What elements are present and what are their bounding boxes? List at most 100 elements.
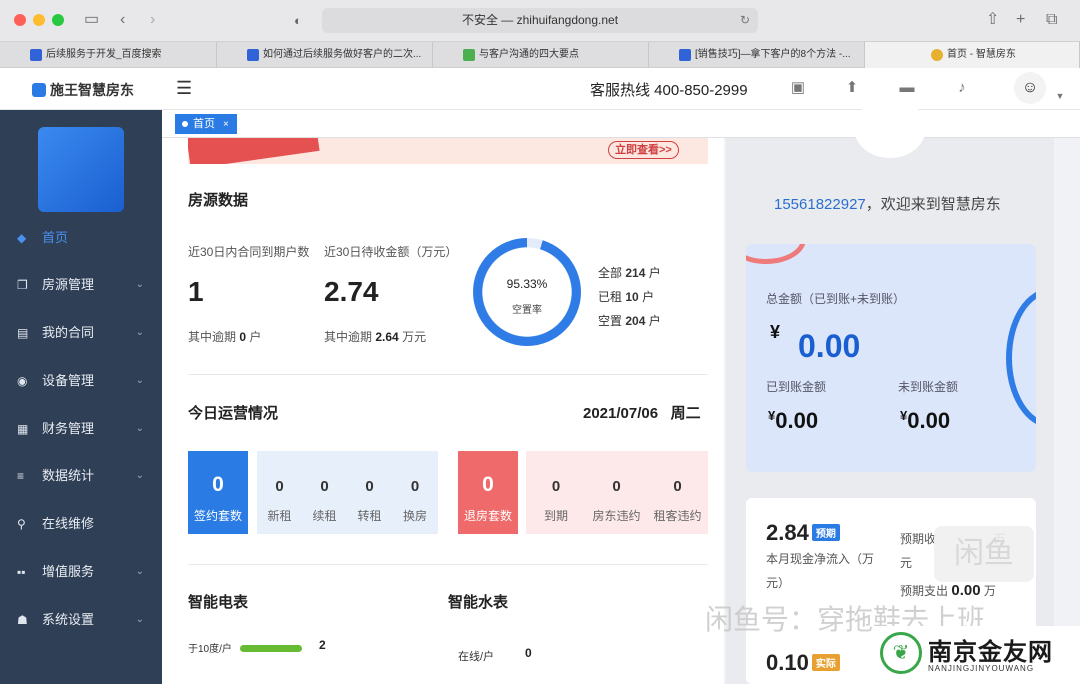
cell-value: 0 xyxy=(275,478,284,495)
sidebar-item-contracts[interactable]: ▤ 我的合同 ⌄ xyxy=(0,309,162,357)
forward-icon[interactable]: › xyxy=(150,10,155,30)
minimize-window-button[interactable] xyxy=(33,14,45,26)
sidebar-item-repair[interactable]: ⚲ 在线维修 xyxy=(0,500,162,548)
landlord-breach-cell[interactable]: 0 房东违约 xyxy=(586,451,647,534)
tenant-breach-cell[interactable]: 0 租客违约 xyxy=(647,451,708,534)
browser-tab-1[interactable]: 后续服务于开发_百度搜索 xyxy=(0,42,217,68)
divider xyxy=(188,564,708,565)
avatar[interactable]: ☺ xyxy=(1014,72,1046,104)
upload-icon[interactable]: ⬆ xyxy=(842,78,862,98)
browser-tab-strip: 后续服务于开发_百度搜索 如何通过后续服务做好客户的二次... 与客户沟通的四大… xyxy=(0,42,1080,68)
stat-value: 214 xyxy=(625,266,646,280)
chevron-down-icon: ⌄ xyxy=(135,279,144,290)
expense-unit: 万 xyxy=(983,584,996,598)
app-logo[interactable]: 施王智慧房东 xyxy=(32,80,134,100)
sign-card[interactable]: 0 签约套数 xyxy=(188,451,248,534)
overdue-prefix: 其中逾期 xyxy=(188,330,237,344)
sidebar-toggle-icon[interactable]: ▭ xyxy=(84,10,99,30)
water-row-value: 0 xyxy=(525,646,532,660)
back-icon[interactable]: ‹ xyxy=(120,10,125,30)
sidebar-item-value-added[interactable]: ▪▪ 增值服务 ⌄ xyxy=(0,548,162,596)
maximize-window-button[interactable] xyxy=(52,14,64,26)
weekday-text: 周二 xyxy=(670,405,701,422)
welcome-text: 15561822927，欢迎来到智慧房东 xyxy=(774,193,1001,214)
grid-icon: ▪▪ xyxy=(17,565,26,579)
cell-label: 租客违约 xyxy=(653,509,702,523)
watermark-logo: 闲鱼 xyxy=(934,526,1034,582)
view-now-button[interactable]: 立即查看>> xyxy=(608,141,679,159)
net-value: 2.84 xyxy=(766,520,809,545)
chevron-down-icon: ⌄ xyxy=(135,375,144,386)
hotline-text: 客服热线 400-850-2999 xyxy=(590,82,748,99)
due-overdue: 其中逾期 2.64 万元 xyxy=(324,328,426,345)
pending-label: 未到账金额 xyxy=(898,380,959,394)
stat-value: 204 xyxy=(625,314,646,328)
baidu-icon xyxy=(30,49,42,61)
app-header: 施王智慧房东 ☰ 客服热线 400-850-2999 ▣ ⬆ ▬ ♪ ☺ ▼ xyxy=(0,68,1080,110)
sidebar-item-settings[interactable]: ☗ 系统设置 ⌄ xyxy=(0,596,162,644)
promo-banner[interactable]: 立即查看>> xyxy=(188,138,708,164)
menu-toggle-icon[interactable]: ☰ xyxy=(176,78,192,99)
sublet-cell[interactable]: 0 转租 xyxy=(347,451,392,534)
date-text: 2021/07/06 xyxy=(583,405,659,422)
pending-amount: ¥0.00 xyxy=(900,408,950,434)
overdue-unit: 户 xyxy=(249,330,262,344)
sign-breakdown: 0 新租 0 续租 0 转租 0 换房 xyxy=(257,451,438,534)
close-icon[interactable]: × xyxy=(223,119,229,130)
checkout-count: 0 xyxy=(482,473,494,496)
checkout-card[interactable]: 0 退房套数 xyxy=(458,451,518,534)
stat-total: 全部 214 户 xyxy=(598,264,661,281)
browser-tab-2[interactable]: 如何通过后续服务做好客户的二次... xyxy=(217,42,433,68)
brand-logo xyxy=(38,127,124,212)
new-rent-cell[interactable]: 0 新租 xyxy=(257,451,302,534)
browser-tab-3[interactable]: 与客户沟通的四大要点 xyxy=(433,42,649,68)
received-label: 已到账金额 xyxy=(766,380,827,394)
net-label-unit: 元） xyxy=(766,576,791,590)
sidebar-item-label: 我的合同 xyxy=(42,325,95,340)
list-icon: ≡ xyxy=(17,469,25,483)
actual-value: 0.10 xyxy=(766,650,809,675)
search-icon: ⚲ xyxy=(17,517,26,531)
welcome-message: ，欢迎来到智慧房东 xyxy=(865,196,1001,213)
sidebar-item-statistics[interactable]: ≡ 数据统计 ⌄ xyxy=(0,452,162,500)
bell-icon[interactable]: ♪ xyxy=(952,78,972,98)
swap-cell[interactable]: 0 换房 xyxy=(392,451,438,534)
chevron-down-icon[interactable]: ▼ xyxy=(1050,86,1070,106)
address-bar[interactable]: ◐ 不安全 — zhihuifangdong.net ↻ xyxy=(294,8,758,33)
water-meter-title: 智能水表 xyxy=(448,594,509,611)
cell-label: 续租 xyxy=(312,509,337,523)
renew-cell[interactable]: 0 续租 xyxy=(302,451,347,534)
stat-unit: 户 xyxy=(648,266,661,280)
sidebar-item-devices[interactable]: ◉ 设备管理 ⌄ xyxy=(0,357,162,405)
browser-tab-4[interactable]: [销售技巧]—拿下客户的8个方法 -... xyxy=(649,42,865,68)
sidebar: ◆ 首页 ❐ 房源管理 ⌄ ▤ 我的合同 ⌄ ◉ 设备管理 ⌄ ▦ 财务管理 ⌄ ≡ 数据统计 ⌄ ⚲… xyxy=(0,110,162,684)
share-icon[interactable]: ⇧ xyxy=(986,10,999,30)
reload-icon[interactable]: ↻ xyxy=(740,8,750,33)
overdue-value: 2.64 xyxy=(375,330,399,344)
ledger-icon: ▦ xyxy=(17,422,29,436)
cell-label: 到期 xyxy=(543,509,568,523)
sidebar-item-housing[interactable]: ❐ 房源管理 ⌄ xyxy=(0,261,162,309)
actual-flow: 0.10 实际 xyxy=(766,650,840,676)
logo-text: 施王智慧房东 xyxy=(50,82,134,98)
message-icon[interactable]: ▬ xyxy=(897,78,917,98)
qrcode-icon[interactable]: ▣ xyxy=(788,78,808,98)
tab-home[interactable]: 首页 × xyxy=(175,114,237,134)
main-content: 立即查看>> 房源数据 近30日内合同到期户数 1 其中逾期 0 户 近30日待… xyxy=(162,138,724,684)
overdue-unit: 万元 xyxy=(402,330,427,344)
close-window-button[interactable] xyxy=(14,14,26,26)
site-subtitle: NANJINGJINYOUWANG xyxy=(928,664,1035,673)
tabs-overview-icon[interactable]: ⧉ xyxy=(1046,10,1057,30)
expired-cell[interactable]: 0 到期 xyxy=(526,451,586,534)
sidebar-item-home[interactable]: ◆ 首页 xyxy=(0,214,162,262)
browser-tab-5[interactable]: 首页 - 智慧房东 xyxy=(865,42,1080,68)
tab-label: [销售技巧]—拿下客户的8个方法 -... xyxy=(695,49,851,60)
stat-unit: 户 xyxy=(642,290,655,304)
ops-date: 2021/07/06 周二 xyxy=(583,402,701,423)
decor-arc xyxy=(1006,288,1036,428)
sidebar-item-finance[interactable]: ▦ 财务管理 ⌄ xyxy=(0,405,162,453)
total-label: 总金额（已到账+未到账） xyxy=(766,292,906,306)
new-tab-icon[interactable]: + xyxy=(1016,10,1025,30)
sign-count: 0 xyxy=(212,473,224,496)
expense-label: 预期支出 xyxy=(900,584,949,598)
